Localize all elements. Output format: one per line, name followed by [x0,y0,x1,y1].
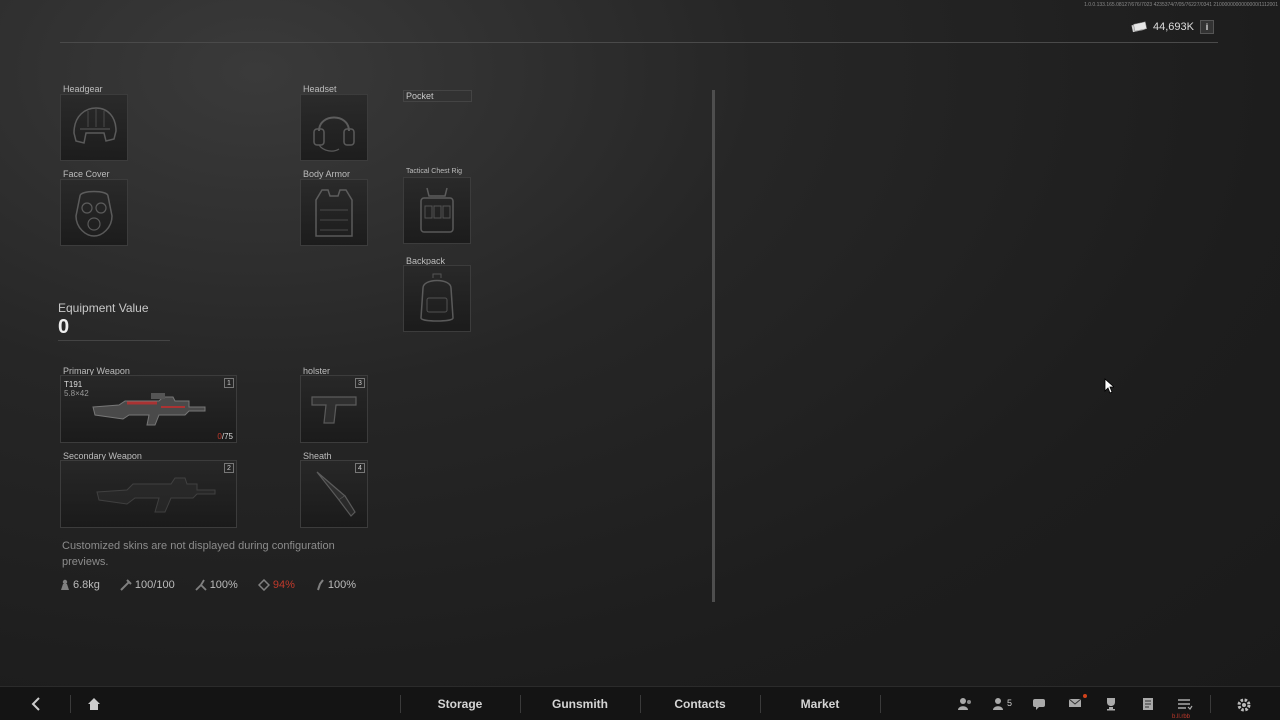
journal-icon[interactable] [1142,697,1154,711]
gear-icon[interactable] [1236,697,1252,713]
backpack-slot[interactable] [403,265,471,332]
skin-preview-note: Customized skins are not displayed durin… [62,540,335,568]
equipment-value-underline [58,340,170,341]
durability-stat: 100/100 [120,579,175,591]
primary-weapon-info: T191 5.8×42 [64,380,89,398]
stat-3: 94% [257,579,295,591]
primary-weapon-caliber: 5.8×42 [64,389,89,398]
friends-icon[interactable] [992,697,1004,711]
pistol-icon [311,396,357,424]
chest-rig-icon [420,187,454,233]
money-icon [1131,21,1148,33]
friends-count: 5 [1007,698,1013,708]
chevron-left-icon [31,697,40,711]
holster-slot[interactable]: 3 [300,375,368,443]
info-button[interactable]: i [1200,20,1214,34]
panel-divider[interactable] [712,90,715,602]
weight-value: 6.8kg [73,579,100,591]
stat-2: 100% [195,579,238,591]
tab-market[interactable]: Market [760,687,880,720]
secondary-weapon-slot-number: 2 [224,463,234,473]
weight-icon [61,579,69,590]
stat-4-value: 100% [327,579,356,591]
tactical-chest-rig-label: Tactical Chest Rig [406,168,463,175]
chat-icon[interactable] [1032,697,1046,711]
primary-weapon-slot-number: 1 [224,378,234,388]
headset-slot[interactable] [300,94,368,161]
primary-weapon-name: T191 [64,380,83,389]
armor-vest-icon [315,188,353,237]
stats-bar: 6.8kg 100/100 100% 94% 100% [60,579,376,591]
body-armor-label: Body Armor [303,169,351,179]
movement-icon [195,579,207,591]
rifle-silhouette-icon [95,477,215,513]
face-cover-slot[interactable] [60,179,128,246]
trophy-icon[interactable] [1104,697,1118,711]
equipment-value-label: Equipment Value [58,301,149,315]
helmet-icon [73,106,117,144]
red-status-tag: b.ll.rbb [1172,714,1191,720]
durability-icon [120,579,132,591]
ammo-max: /75 [221,432,233,441]
durability-value: 100/100 [134,579,175,591]
currency-display: 44,693K i [1131,20,1214,34]
assault-rifle-icon [91,393,205,426]
headgear-slot[interactable] [60,94,128,161]
knife-icon [316,471,356,517]
sheath-slot[interactable]: 4 [300,460,368,528]
squad-icon[interactable] [957,697,973,711]
header-divider [60,42,1218,43]
mail-icon[interactable] [1068,697,1082,709]
weight-stat: 6.8kg [60,579,100,591]
currency-value: 44,693K [1153,21,1194,33]
equipment-value: 0 [58,316,70,338]
build-id: 1.0.0.133.165.08127/676/7023 4235374/7/0… [1084,2,1278,8]
gas-mask-icon [75,190,113,237]
turn-speed-icon [316,579,324,591]
tactical-chest-rig-slot[interactable] [403,177,471,244]
body-armor-slot[interactable] [300,179,368,246]
tab-gunsmith[interactable]: Gunsmith [520,687,640,720]
bottom-nav-bar: Storage Gunsmith Contacts Market 5 b.ll.… [0,686,1280,720]
backpack-icon [420,273,454,322]
headset-label: Headset [303,84,337,94]
back-button[interactable] [22,687,50,720]
home-icon [88,698,100,710]
face-cover-label: Face Cover [63,169,110,179]
pocket-slot[interactable]: Pocket [403,90,472,102]
stat-3-value: 94% [272,579,295,591]
secondary-weapon-slot[interactable]: 2 [60,460,237,528]
primary-weapon-ammo: 0/75 [217,432,233,441]
nav-separator [70,695,71,713]
mouse-cursor-icon [1104,378,1114,394]
stat-2-value: 100% [209,579,238,591]
holster-slot-number: 3 [355,378,365,388]
mail-notification-dot [1083,694,1087,698]
nav-separator [1210,695,1211,713]
headset-icon [313,116,355,152]
tab-contacts[interactable]: Contacts [640,687,760,720]
ergonomics-icon [257,579,270,591]
headgear-label: Headgear [63,84,103,94]
primary-weapon-slot[interactable]: T191 5.8×42 1 0/75 [60,375,237,443]
nav-separator [880,695,881,713]
task-list-icon[interactable] [1177,697,1193,711]
stat-4: 100% [315,579,356,591]
tab-storage[interactable]: Storage [400,687,520,720]
home-button[interactable] [80,687,108,720]
